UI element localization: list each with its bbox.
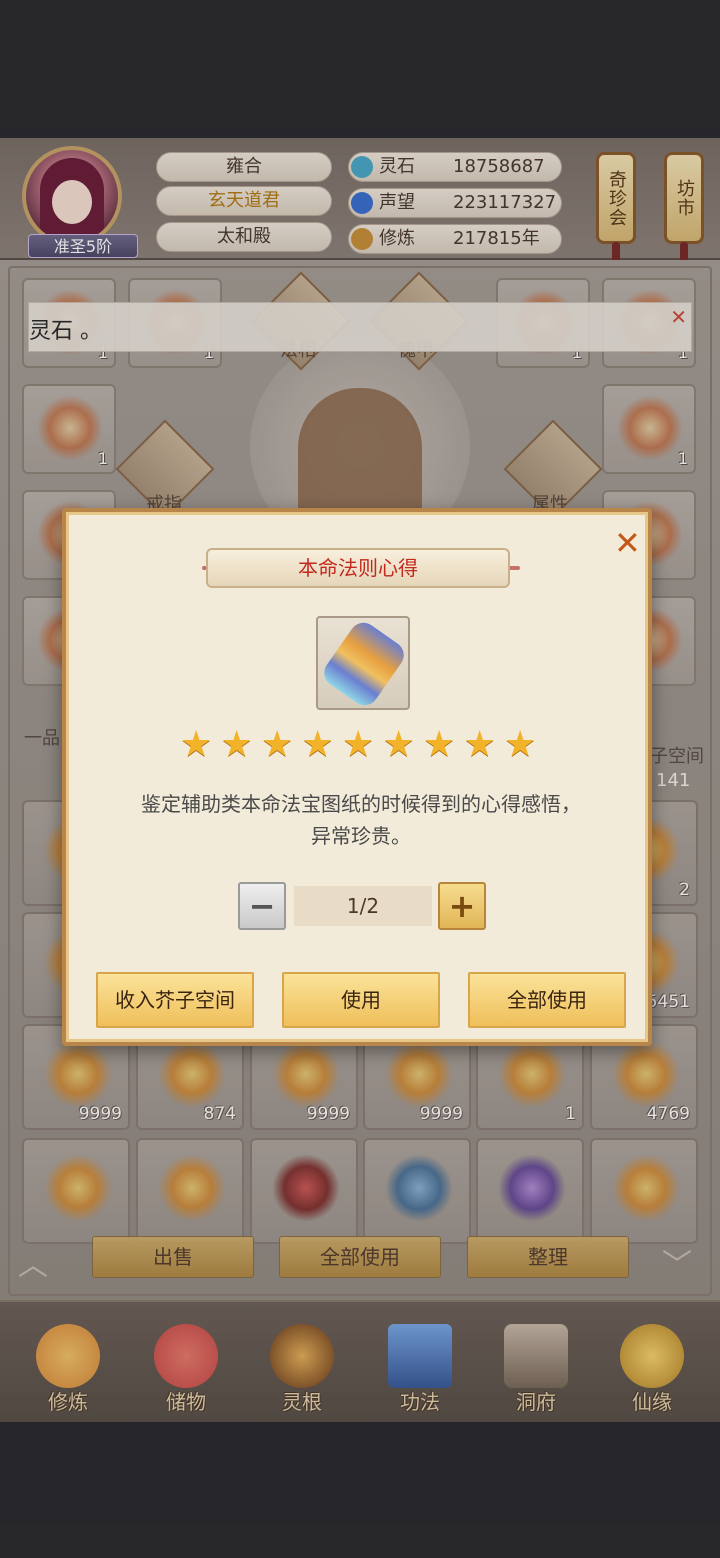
- star-icon: ★: [180, 724, 213, 765]
- quantity-decrease-button[interactable]: −: [238, 882, 286, 930]
- game-screen: 准圣5阶 雍合 玄天道君 太和殿 灵石 18758687 声望 22311732…: [0, 0, 720, 1558]
- close-icon[interactable]: ✕: [614, 524, 641, 562]
- use-all-button[interactable]: 全部使用: [468, 972, 626, 1028]
- star-icon: ★: [301, 724, 334, 765]
- star-icon: ★: [423, 724, 456, 765]
- use-button[interactable]: 使用: [282, 972, 440, 1028]
- star-icon: ★: [463, 724, 496, 765]
- item-icon-frame: [316, 616, 410, 711]
- quantity-increase-button[interactable]: +: [438, 882, 486, 930]
- item-title: 本命法则心得: [206, 548, 510, 588]
- star-icon: ★: [342, 724, 375, 765]
- star-icon: ★: [382, 724, 415, 765]
- star-rating: ★ ★ ★ ★ ★ ★ ★ ★ ★: [180, 724, 544, 765]
- star-icon: ★: [220, 724, 253, 765]
- star-icon: ★: [504, 724, 537, 765]
- item-description: 鉴定辅助类本命法宝图纸的时候得到的心得感悟， 异常珍贵。: [141, 792, 581, 848]
- item-detail-dialog: ✕ 本命法则心得 ★ ★ ★ ★ ★ ★ ★ ★ ★ 鉴定辅助类本命法宝图纸的时候得到的心得感悟…: [62, 508, 652, 1046]
- store-to-space-button[interactable]: 收入芥子空间: [96, 972, 254, 1028]
- star-icon: ★: [261, 724, 294, 765]
- quantity-field[interactable]: 1/2: [294, 886, 432, 926]
- scroll-icon: [318, 617, 410, 711]
